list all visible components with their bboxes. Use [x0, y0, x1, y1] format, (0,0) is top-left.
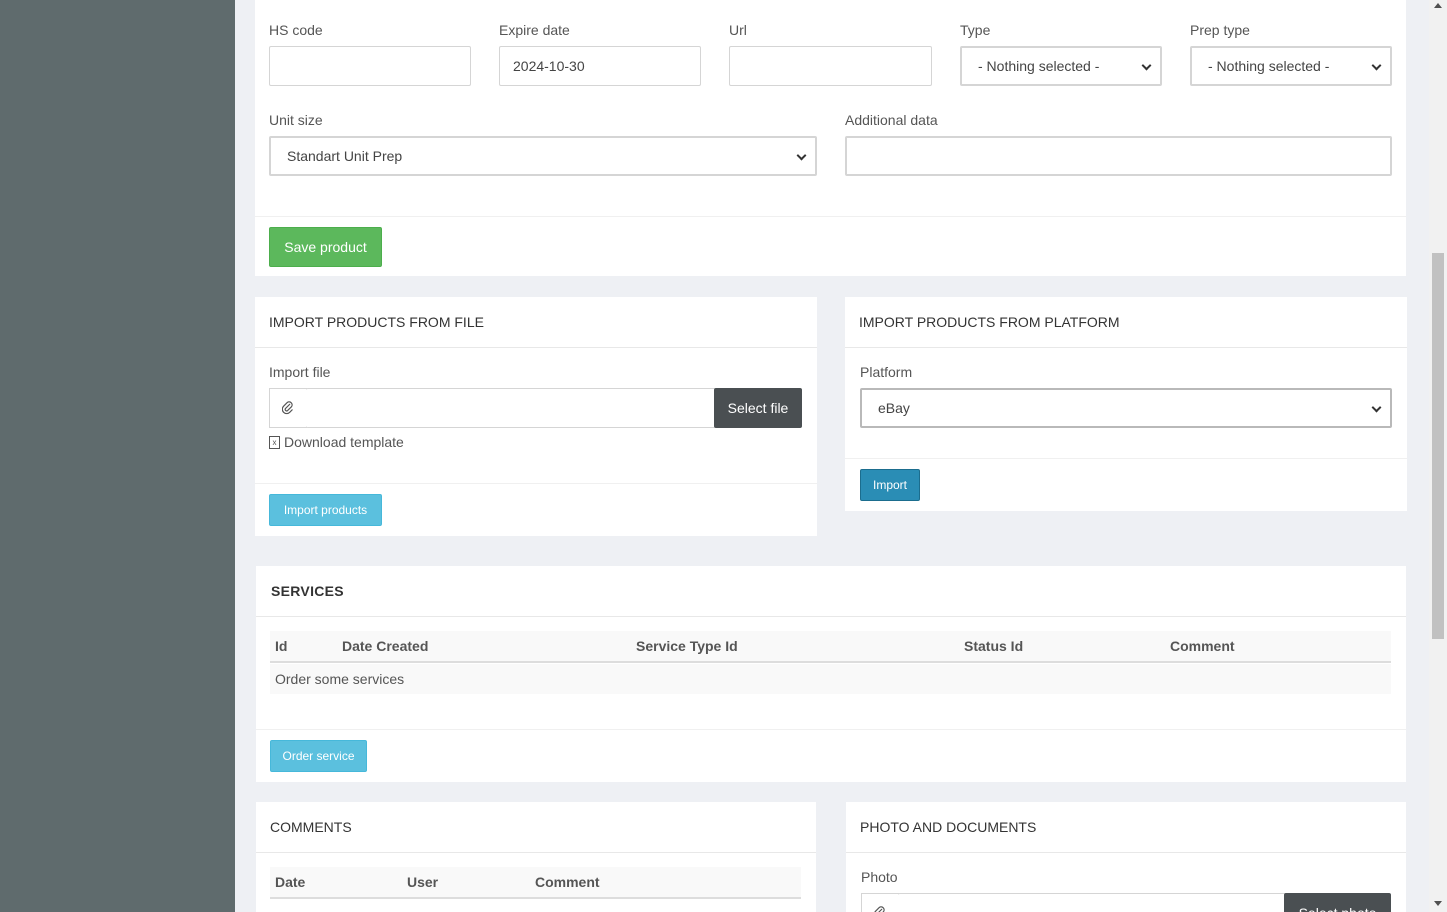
chevron-down-icon: [1371, 60, 1382, 71]
chevron-down-icon: [1141, 60, 1152, 71]
expire-date-input[interactable]: 2024-10-30: [499, 46, 701, 86]
services-divider: [256, 729, 1406, 730]
platform-label: Platform: [860, 364, 913, 380]
import-file-divider: [255, 483, 817, 484]
platform-select-value: eBay: [878, 400, 910, 416]
services-empty-row: Order some services: [270, 664, 1391, 694]
type-select-value: - Nothing selected -: [978, 58, 1100, 74]
sidebar: [0, 0, 235, 912]
download-template-link[interactable]: x Download template: [269, 434, 404, 450]
save-product-button[interactable]: Save product: [269, 227, 382, 267]
scroll-down-icon[interactable]: [1434, 901, 1442, 906]
unit-size-label: Unit size: [269, 112, 323, 128]
import-platform-title: IMPORT PRODUCTS FROM PLATFORM: [845, 297, 1407, 348]
photos-title: PHOTO AND DOCUMENTS: [846, 802, 1406, 853]
url-label: Url: [729, 22, 747, 38]
scroll-up-icon[interactable]: [1434, 3, 1442, 8]
select-photo-button[interactable]: Select photo: [1284, 893, 1391, 912]
download-template-label: Download template: [284, 434, 404, 450]
column-header-date: Date: [275, 874, 306, 890]
prep-type-label: Prep type: [1190, 22, 1250, 38]
column-header-comment: Comment: [535, 874, 600, 890]
column-header-status-id: Status Id: [964, 638, 1024, 654]
photo-input[interactable]: [898, 893, 1286, 912]
prep-type-select[interactable]: - Nothing selected -: [1190, 46, 1392, 86]
hs-code-label: HS code: [269, 22, 323, 38]
import-platform-button[interactable]: Import: [860, 469, 920, 501]
scrollbar-thumb[interactable]: [1432, 253, 1444, 639]
column-header-comment: Comment: [1170, 638, 1235, 654]
excel-file-icon: x: [269, 435, 280, 449]
services-empty-text: Order some services: [275, 671, 405, 687]
select-file-button[interactable]: Select file: [714, 388, 802, 428]
import-file-input[interactable]: [306, 388, 716, 428]
hs-code-input[interactable]: [269, 46, 471, 86]
paperclip-icon: [269, 388, 307, 428]
page-scrollbar[interactable]: [1429, 0, 1447, 912]
platform-select[interactable]: eBay: [860, 388, 1392, 428]
unit-size-select[interactable]: Standart Unit Prep: [269, 136, 817, 176]
chevron-down-icon: [1371, 402, 1382, 413]
import-file-label: Import file: [269, 364, 331, 380]
url-input[interactable]: [729, 46, 932, 86]
prep-type-select-value: - Nothing selected -: [1208, 58, 1330, 74]
services-title: SERVICES: [256, 566, 1406, 617]
import-file-title: IMPORT PRODUCTS FROM FILE: [255, 297, 817, 348]
type-label: Type: [960, 22, 991, 38]
comments-table-header: Date User Comment: [270, 867, 801, 899]
services-table-header: Id Date Created Service Type Id Status I…: [270, 631, 1391, 663]
column-header-service-type-id: Service Type Id: [636, 638, 738, 654]
additional-data-input[interactable]: [845, 136, 1392, 176]
unit-size-select-value: Standart Unit Prep: [287, 148, 403, 164]
import-products-button[interactable]: Import products: [269, 494, 382, 526]
photo-label: Photo: [861, 869, 898, 885]
order-service-button[interactable]: Order service: [270, 740, 367, 772]
comments-title: COMMENTS: [256, 802, 816, 853]
column-header-date-created: Date Created: [342, 638, 429, 654]
paperclip-icon: [861, 893, 899, 912]
expire-date-label: Expire date: [499, 22, 570, 38]
chevron-down-icon: [796, 150, 807, 161]
column-header-user: User: [407, 874, 439, 890]
form-divider: [255, 216, 1406, 217]
additional-data-label: Additional data: [845, 112, 938, 128]
import-platform-divider: [845, 458, 1407, 459]
column-header-id: Id: [275, 638, 288, 654]
type-select[interactable]: - Nothing selected -: [960, 46, 1162, 86]
